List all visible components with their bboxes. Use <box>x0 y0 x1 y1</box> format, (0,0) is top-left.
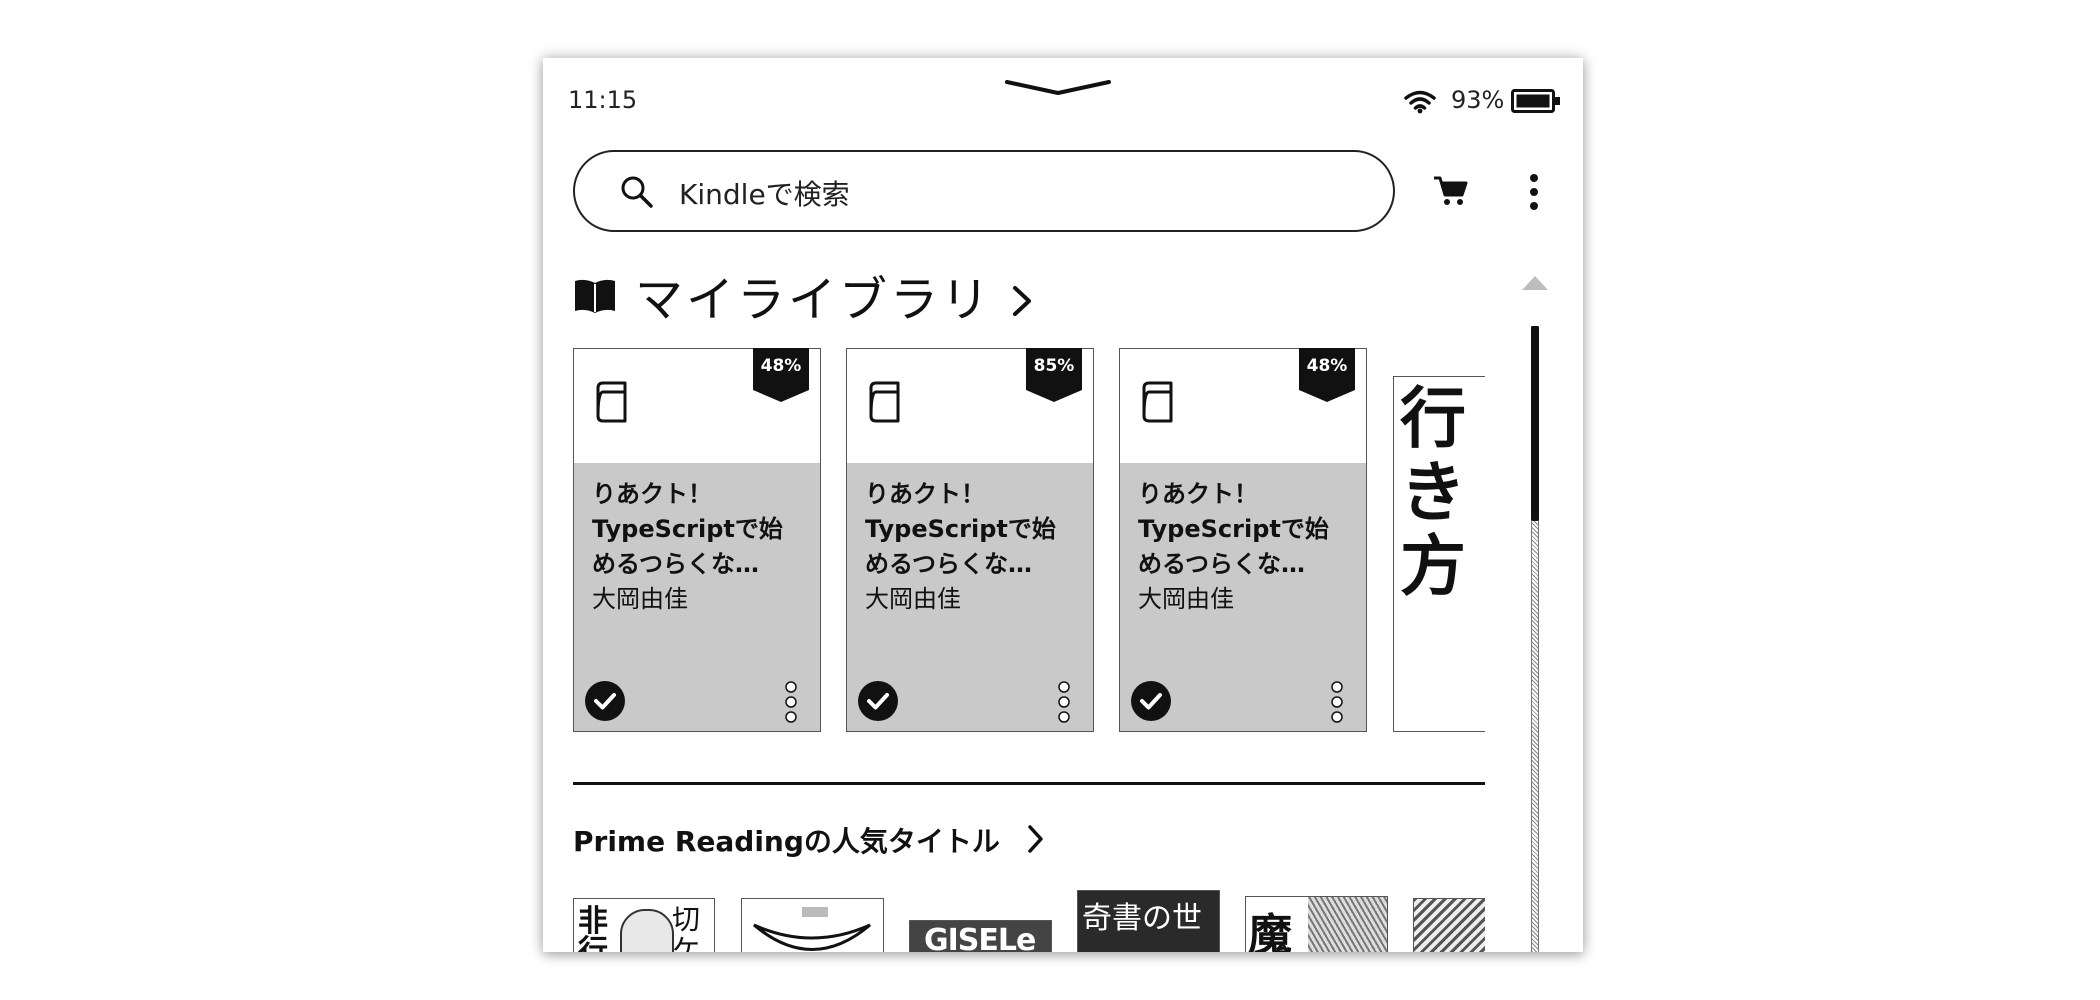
search-placeholder: Kindleで検索 <box>679 178 850 211</box>
prime-reading-title: Prime Readingの人気タイトル <box>573 825 1000 858</box>
book-card[interactable]: 85% りあクト！ TypeScriptで始 めるつらくな… 大岡由佳 <box>846 348 1094 732</box>
cover-text: GISELe <box>924 923 1036 952</box>
prime-book-cover[interactable]: 奇書の世 <box>1077 890 1220 952</box>
scrollbar-thumb[interactable] <box>1531 326 1539 521</box>
book-card[interactable]: 48% りあクト！ TypeScriptで始 めるつらくな… 大岡由佳 <box>1119 348 1367 732</box>
search-input[interactable]: Kindleで検索 <box>573 150 1395 232</box>
book-author: 大岡由佳 <box>865 585 961 613</box>
cover-illustration <box>753 907 871 951</box>
book-icon <box>596 381 627 423</box>
section-divider <box>573 782 1485 785</box>
dots-vertical-icon[interactable] <box>1330 680 1344 724</box>
prime-reading-link[interactable]: Prime Readingの人気タイトル <box>573 816 1093 864</box>
cover-illustration <box>1308 897 1387 952</box>
my-library-title: マイライブラリ <box>635 272 993 328</box>
progress-badge: 85% <box>1033 356 1075 376</box>
prime-book-cover[interactable] <box>1413 898 1485 952</box>
prime-book-cover[interactable]: 魔 <box>1245 896 1388 952</box>
book-author: 大岡由佳 <box>1138 585 1234 613</box>
check-circle-icon <box>858 681 898 721</box>
book-icon <box>869 381 900 423</box>
check-circle-icon <box>1131 681 1171 721</box>
status-time: 11:15 <box>568 86 638 114</box>
chevron-right-icon <box>1013 286 1031 316</box>
cover-illustration <box>1414 899 1485 952</box>
search-icon <box>621 176 653 208</box>
pull-handle-icon[interactable] <box>1003 78 1113 98</box>
book-author: 大岡由佳 <box>592 585 688 613</box>
my-library-link[interactable]: マイライブラリ <box>573 260 1053 328</box>
dots-vertical-icon[interactable] <box>784 680 798 724</box>
kindle-home-screen: 11:15 93% Kindleで検索 マイライブラリ 48% りあクト！ Ty… <box>543 58 1583 952</box>
dots-vertical-icon[interactable] <box>1057 680 1071 724</box>
book-card[interactable]: 48% りあクト！ TypeScriptで始 めるつらくな… 大岡由佳 <box>573 348 821 732</box>
prime-book-cover[interactable] <box>741 898 884 952</box>
book-icon <box>1142 381 1173 423</box>
cover-title-text: 行 き 方 <box>1400 379 1466 605</box>
wifi-icon <box>1404 90 1436 114</box>
chevron-right-icon <box>1028 825 1043 853</box>
scroll-up-icon[interactable] <box>1520 272 1550 292</box>
book-title: りあクト！ TypeScriptで始 めるつらくな… <box>592 480 783 578</box>
progress-badge: 48% <box>760 356 802 376</box>
cart-icon[interactable] <box>1433 174 1469 208</box>
book-cover-partial[interactable]: 行 き 方 <box>1393 376 1485 732</box>
cover-text: 非行 <box>578 904 608 953</box>
book-title: りあクト！ TypeScriptで始 めるつらくな… <box>865 480 1056 578</box>
battery-icon <box>1511 89 1560 113</box>
cover-text: 切ケ <box>672 903 701 953</box>
cover-illustration <box>620 909 674 952</box>
book-open-icon <box>575 279 615 313</box>
more-vert-icon[interactable] <box>1526 172 1542 212</box>
prime-book-cover[interactable]: GISELe <box>909 920 1052 952</box>
book-title: りあクト！ TypeScriptで始 めるつらくな… <box>1138 480 1329 578</box>
cover-text: 奇書の世 <box>1082 901 1202 936</box>
check-circle-icon <box>585 681 625 721</box>
progress-badge: 48% <box>1306 356 1348 376</box>
prime-book-cover[interactable]: 非行 切ケ <box>573 898 715 952</box>
battery-percent: 93% <box>1451 86 1505 114</box>
cover-text: 魔 <box>1248 910 1292 952</box>
